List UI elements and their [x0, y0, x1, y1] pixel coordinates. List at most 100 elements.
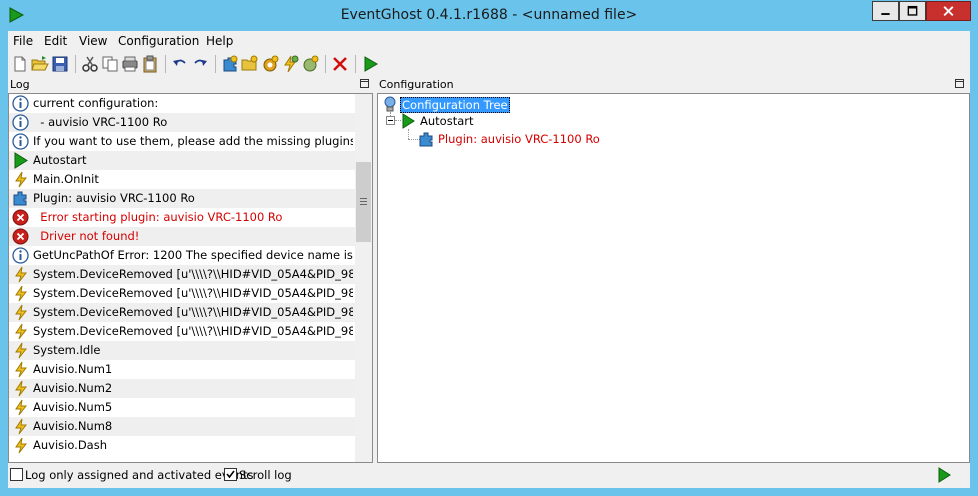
log-pane-title: Log [10, 78, 30, 91]
configuration-tree-icon [384, 96, 396, 112]
tree-root-label: Configuration Tree [400, 97, 510, 113]
main-window: File Edit View Configuration Help Log Co… [8, 31, 970, 488]
log-entry-text: current configuration: [33, 96, 159, 110]
copy-icon[interactable] [101, 55, 119, 73]
maximize-icon [907, 5, 918, 16]
title-bar[interactable]: EventGhost 0.4.1.r1688 - <unnamed file> [0, 0, 978, 31]
undo-icon[interactable] [171, 55, 189, 73]
log-entry[interactable]: System.Idle [9, 341, 355, 360]
event-icon [15, 418, 28, 435]
log-entry-text: Auvisio.Num5 [33, 400, 113, 414]
log-assigned-checkbox[interactable] [10, 468, 23, 481]
event-icon [15, 361, 28, 378]
log-entry[interactable]: Auvisio.Num1 [9, 360, 355, 379]
log-entry-text: - auvisio VRC-1100 Ro [33, 115, 168, 129]
log-entry[interactable]: System.DeviceRemoved [u'\\\\?\\HID#VID_0… [9, 322, 355, 341]
minimize-button[interactable] [872, 1, 899, 21]
log-entry[interactable]: current configuration: [9, 94, 355, 113]
new-icon[interactable] [11, 55, 29, 73]
configuration-tree[interactable]: Configuration Tree Autostart Plugin: auv… [377, 93, 970, 463]
log-entry-text: System.DeviceRemoved [u'\\\\?\\HID#VID_0… [33, 286, 353, 300]
info-icon [12, 133, 29, 150]
log-entry[interactable]: System.DeviceRemoved [u'\\\\?\\HID#VID_0… [9, 284, 355, 303]
open-icon[interactable] [31, 55, 49, 73]
minimize-icon [881, 13, 890, 15]
log-entry-text: Auvisio.Num8 [33, 419, 113, 433]
log-entry-text: Plugin: auvisio VRC-1100 Ro [33, 191, 195, 205]
log-scrollbar[interactable] [355, 94, 372, 462]
menu-configuration[interactable]: Configuration [118, 34, 199, 48]
log-entry[interactable]: Plugin: auvisio VRC-1100 Ro [9, 189, 355, 208]
scroll-log-checkbox[interactable] [224, 468, 237, 481]
menu-bar: File Edit View Configuration Help [8, 31, 970, 51]
add-folder-icon[interactable] [241, 55, 259, 73]
log-entry-text: Driver not found! [33, 229, 140, 243]
scroll-log-label[interactable]: Scroll log [239, 468, 292, 482]
pane-restore-icon[interactable] [360, 79, 369, 88]
error-icon [12, 228, 29, 245]
log-entry[interactable]: Main.OnInit [9, 170, 355, 189]
log-entry-text: System.DeviceRemoved [u'\\\\?\\HID#VID_0… [33, 305, 353, 319]
tree-autostart-label: Autostart [420, 114, 474, 128]
tree-plugin-label: Plugin: auvisio VRC-1100 Ro [438, 132, 600, 146]
python-icon[interactable] [121, 55, 139, 73]
log-entry-text: If you want to use them, please add the … [33, 134, 353, 148]
log-entry[interactable]: - auvisio VRC-1100 Ro [9, 113, 355, 132]
info-icon [12, 247, 29, 264]
execute-icon[interactable] [361, 55, 379, 73]
config-pane-header: Configuration [377, 77, 970, 93]
grip-icon [360, 198, 367, 199]
log-entry[interactable]: Auvisio.Num2 [9, 379, 355, 398]
log-entry[interactable]: Autostart [9, 151, 355, 170]
execute-status-icon [938, 467, 951, 483]
menu-file[interactable]: File [13, 34, 33, 48]
log-assigned-label[interactable]: Log only assigned and activated events [25, 468, 254, 482]
autostart-icon [402, 113, 415, 129]
log-entry-text: Autostart [33, 153, 87, 167]
toolbar-separator [215, 55, 216, 73]
close-icon [943, 6, 954, 17]
add-action-icon[interactable] [301, 55, 319, 73]
close-button[interactable] [926, 1, 971, 21]
log-entry[interactable]: Error starting plugin: auvisio VRC-1100 … [9, 208, 355, 227]
info-icon [12, 95, 29, 112]
log-entry[interactable]: Auvisio.Dash [9, 436, 355, 455]
log-list[interactable]: current configuration: - auvisio VRC-110… [8, 93, 373, 463]
log-pane-header: Log [8, 77, 373, 93]
log-entry[interactable]: Auvisio.Num5 [9, 398, 355, 417]
collapse-icon[interactable] [386, 116, 395, 125]
toolbar-separator [325, 55, 326, 73]
log-entry[interactable]: Auvisio.Num8 [9, 417, 355, 436]
delete-icon[interactable] [331, 55, 349, 73]
log-entry-text: System.Idle [33, 343, 101, 357]
toolbar-separator [165, 55, 166, 73]
add-macro-icon[interactable] [261, 55, 279, 73]
event-icon [15, 437, 28, 454]
event-icon [15, 380, 28, 397]
cut-icon[interactable] [81, 55, 99, 73]
menu-help[interactable]: Help [206, 34, 233, 48]
log-entry[interactable]: If you want to use them, please add the … [9, 132, 355, 151]
log-entry[interactable]: System.DeviceRemoved [u'\\\\?\\HID#VID_0… [9, 303, 355, 322]
redo-icon[interactable] [191, 55, 209, 73]
log-entry[interactable]: GetUncPathOf Error: 1200 The specified d… [9, 246, 355, 265]
toolbar-separator [75, 55, 76, 73]
log-entry[interactable]: Driver not found! [9, 227, 355, 246]
log-entry[interactable]: System.DeviceRemoved [u'\\\\?\\HID#VID_0… [9, 265, 355, 284]
tree-connector [408, 129, 409, 139]
event-icon [15, 399, 28, 416]
save-icon[interactable] [51, 55, 69, 73]
plugin-icon [13, 191, 27, 206]
paste-icon[interactable] [141, 55, 159, 73]
window-title: EventGhost 0.4.1.r1688 - <unnamed file> [340, 7, 638, 23]
info-icon [12, 114, 29, 131]
add-event-icon[interactable] [281, 55, 299, 73]
pane-restore-icon[interactable] [955, 79, 964, 88]
menu-view[interactable]: View [79, 34, 107, 48]
maximize-button[interactable] [899, 1, 926, 21]
log-entry-text: Main.OnInit [33, 172, 99, 186]
add-plugin-icon[interactable] [221, 55, 239, 73]
log-entry-text: Auvisio.Dash [33, 438, 108, 452]
menu-edit[interactable]: Edit [44, 34, 67, 48]
log-scrollbar-thumb[interactable] [356, 162, 371, 242]
